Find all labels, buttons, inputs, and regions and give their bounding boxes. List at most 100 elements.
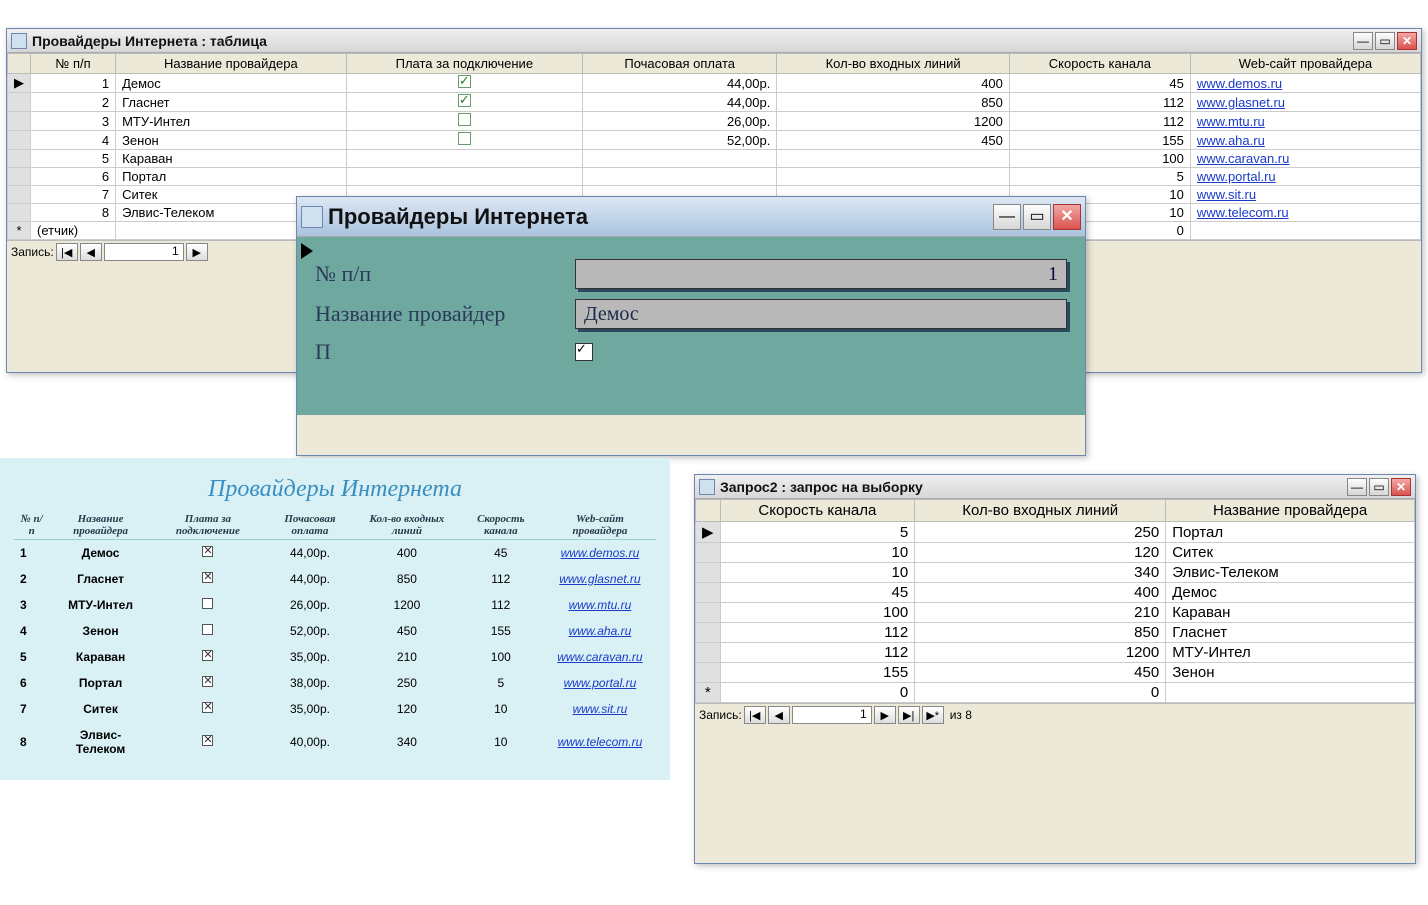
table-row[interactable]: 2Гласнет44,00р.850112www.glasnet.ru	[8, 93, 1421, 112]
website-link[interactable]: www.portal.ru	[1197, 169, 1276, 184]
table-cell[interactable]	[346, 112, 582, 131]
table-column-header[interactable]: Web-сайт провайдера	[1190, 54, 1420, 74]
row-selector[interactable]	[696, 643, 721, 663]
nav-prev-button[interactable]: ◀	[768, 706, 790, 724]
table-cell[interactable]: 850	[915, 623, 1166, 643]
table-cell[interactable]: 26,00р.	[583, 112, 777, 131]
table-cell[interactable]: 6	[31, 168, 116, 186]
minimize-button[interactable]: —	[1347, 478, 1367, 496]
close-button[interactable]: ✕	[1391, 478, 1411, 496]
table-cell[interactable]: 1200	[777, 112, 1010, 131]
checkbox[interactable]	[458, 132, 471, 145]
table-cell[interactable]: www.aha.ru	[1190, 131, 1420, 150]
checkbox[interactable]	[458, 94, 471, 107]
table-row[interactable]: ▶1Демос44,00р.40045www.demos.ru	[8, 74, 1421, 93]
row-selector[interactable]	[8, 168, 31, 186]
row-selector[interactable]	[8, 204, 31, 222]
table-row[interactable]: 6Портал5www.portal.ru	[8, 168, 1421, 186]
table-cell[interactable]: Демос	[116, 74, 347, 93]
website-link[interactable]: www.caravan.ru	[1197, 151, 1289, 166]
checkbox[interactable]	[458, 113, 471, 126]
table-cell[interactable]: 112	[1009, 93, 1190, 112]
table-cell[interactable]: Ситек	[1166, 543, 1415, 563]
table-column-header[interactable]: № п/п	[31, 54, 116, 74]
maximize-button[interactable]: ▭	[1369, 478, 1389, 496]
table-cell[interactable]	[583, 150, 777, 168]
website-link[interactable]: www.aha.ru	[569, 624, 632, 638]
table-cell[interactable]: 112	[720, 643, 915, 663]
form-field-fee-checkbox[interactable]	[575, 343, 593, 361]
website-link[interactable]: www.demos.ru	[1197, 76, 1282, 91]
table-cell[interactable]: www.glasnet.ru	[1190, 93, 1420, 112]
table-column-header[interactable]: Название провайдера	[116, 54, 347, 74]
table-cell[interactable]: 155	[720, 663, 915, 683]
table-cell[interactable]: 450	[915, 663, 1166, 683]
table-cell[interactable]: 1200	[915, 643, 1166, 663]
table-row[interactable]: 155450Зенон	[696, 663, 1415, 683]
table-cell[interactable]: 5	[31, 150, 116, 168]
nav-first-button[interactable]: |◀	[744, 706, 766, 724]
website-link[interactable]: www.portal.ru	[564, 676, 637, 690]
query-table[interactable]: Скорость каналаКол-во входных линийНазва…	[695, 499, 1415, 703]
nav-prev-button[interactable]: ◀	[80, 243, 102, 261]
table-cell[interactable]: www.mtu.ru	[1190, 112, 1420, 131]
table-row[interactable]: 112850Гласнет	[696, 623, 1415, 643]
table-row[interactable]: 3МТУ-Интел26,00р.1200112www.mtu.ru	[8, 112, 1421, 131]
checkbox[interactable]	[458, 75, 471, 88]
row-selector[interactable]: ▶	[696, 522, 721, 543]
table-column-header[interactable]: Кол-во входных линий	[777, 54, 1010, 74]
table-row[interactable]: 100210Караван	[696, 603, 1415, 623]
table-cell[interactable]: 250	[915, 522, 1166, 543]
table-cell[interactable]: www.portal.ru	[1190, 168, 1420, 186]
table-cell[interactable]: 4	[31, 131, 116, 150]
table-cell[interactable]: 1	[31, 74, 116, 93]
table-cell[interactable]: Зенон	[1166, 663, 1415, 683]
table-cell[interactable]: 100	[1009, 150, 1190, 168]
table-cell[interactable]	[346, 150, 582, 168]
table-column-header[interactable]: Плата за подключение	[346, 54, 582, 74]
table-cell[interactable]: www.caravan.ru	[1190, 150, 1420, 168]
table-column-header[interactable]: Скорость канала	[1009, 54, 1190, 74]
table-row[interactable]: 10120Ситек	[696, 543, 1415, 563]
table-cell[interactable]	[346, 168, 582, 186]
table-cell[interactable]: 44,00р.	[583, 93, 777, 112]
table-cell[interactable]	[583, 168, 777, 186]
table-cell[interactable]: 2	[31, 93, 116, 112]
table-cell[interactable]: 8	[31, 204, 116, 222]
table-cell[interactable]: 45	[1009, 74, 1190, 93]
table-row[interactable]: ▶5250Портал	[696, 522, 1415, 543]
new-row[interactable]: *00	[696, 683, 1415, 703]
table-cell[interactable]: 52,00р.	[583, 131, 777, 150]
row-selector[interactable]	[696, 663, 721, 683]
website-link[interactable]: www.sit.ru	[573, 702, 628, 716]
table-cell[interactable]: МТУ-Интел	[1166, 643, 1415, 663]
nav-next-button[interactable]: ▶	[186, 243, 208, 261]
nav-record-input[interactable]: 1	[792, 706, 872, 724]
form-field-num[interactable]: 1	[575, 259, 1067, 289]
table-cell[interactable]: Гласнет	[1166, 623, 1415, 643]
table-cell[interactable]	[346, 74, 582, 93]
table-cell[interactable]: Гласнет	[116, 93, 347, 112]
nav-new-button[interactable]: ▶*	[922, 706, 944, 724]
table-cell[interactable]: 400	[915, 583, 1166, 603]
table-cell[interactable]	[777, 150, 1010, 168]
maximize-button[interactable]: ▭	[1023, 204, 1051, 230]
row-selector[interactable]: *	[696, 683, 721, 703]
table-cell[interactable]: 3	[31, 112, 116, 131]
table-cell[interactable]: Караван	[1166, 603, 1415, 623]
row-selector[interactable]	[8, 112, 31, 131]
table-titlebar[interactable]: Провайдеры Интернета : таблица — ▭ ✕	[7, 29, 1421, 53]
nav-last-button[interactable]: ▶|	[898, 706, 920, 724]
minimize-button[interactable]: —	[993, 204, 1021, 230]
table-cell[interactable]: 112	[1009, 112, 1190, 131]
table-row[interactable]: 4Зенон52,00р.450155www.aha.ru	[8, 131, 1421, 150]
row-selector[interactable]: ▶	[8, 74, 31, 93]
row-selector[interactable]	[696, 603, 721, 623]
website-link[interactable]: www.mtu.ru	[569, 598, 632, 612]
table-cell[interactable]: 7	[31, 186, 116, 204]
query-titlebar[interactable]: Запрос2 : запрос на выборку — ▭ ✕	[695, 475, 1415, 499]
row-selector[interactable]	[696, 563, 721, 583]
table-cell[interactable]: Портал	[116, 168, 347, 186]
row-selector[interactable]: *	[8, 222, 31, 240]
table-row[interactable]: 5Караван100www.caravan.ru	[8, 150, 1421, 168]
